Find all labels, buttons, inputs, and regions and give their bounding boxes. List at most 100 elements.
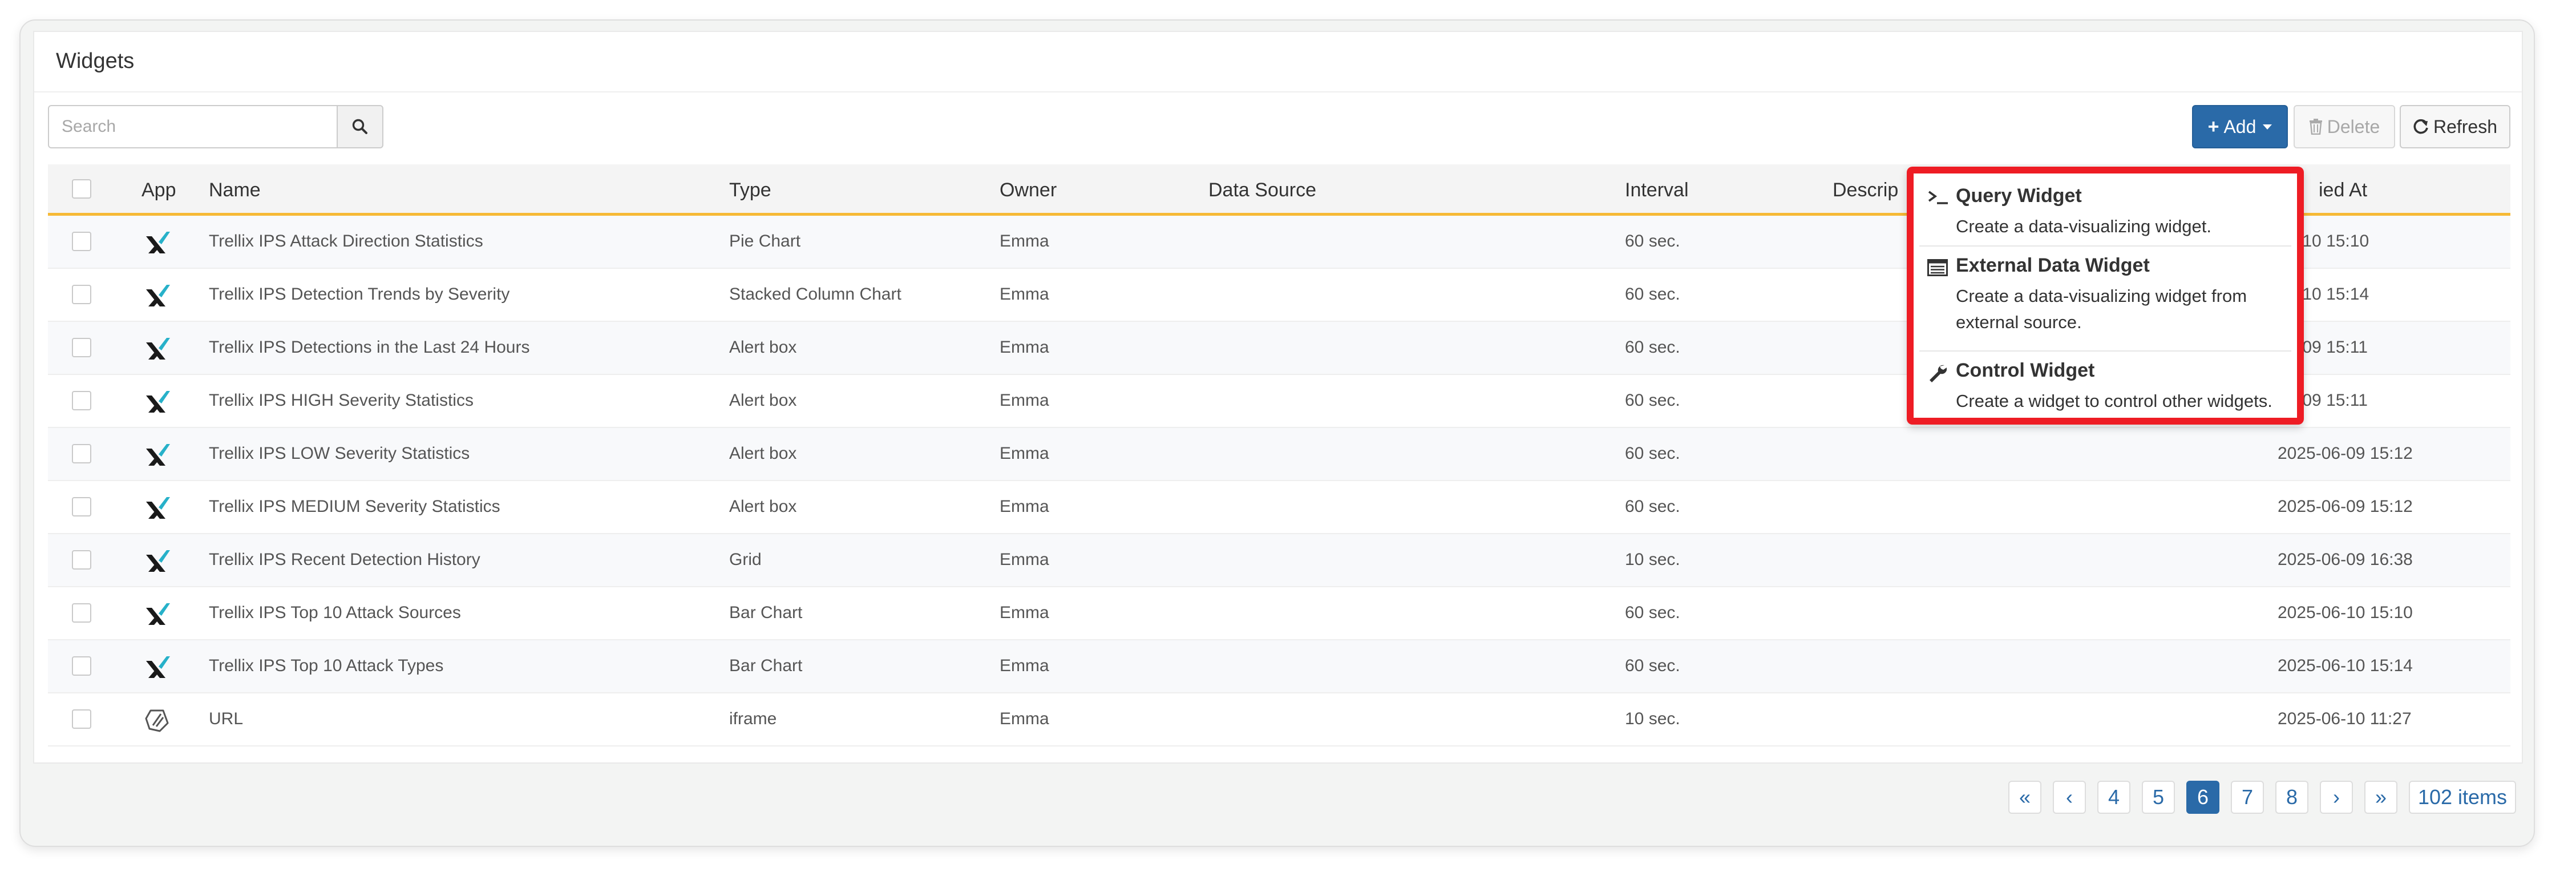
row-checkbox[interactable] [72, 656, 91, 676]
cell-interval: 60 sec. [1625, 391, 1680, 410]
column-header-type[interactable]: Type [729, 179, 771, 201]
app-window: Widgets + Add Delete [19, 19, 2535, 847]
add-dropdown-menu: Query Widget Create a data-visualizing w… [1907, 167, 2304, 425]
page-button[interactable]: 4 [2097, 781, 2130, 814]
menu-item-description: Create a widget to control other widgets… [1956, 391, 2272, 411]
cell-interval: 60 sec. [1625, 232, 1680, 251]
page-button[interactable]: 5 [2142, 781, 2175, 814]
page-button[interactable]: 8 [2275, 781, 2308, 814]
trellix-icon [143, 547, 171, 575]
cell-owner: Emma [1000, 550, 1049, 569]
menu-item-control-widget[interactable]: Control Widget Create a widget to contro… [1914, 352, 2297, 425]
refresh-icon [2413, 119, 2428, 134]
page-button[interactable]: 7 [2231, 781, 2264, 814]
last-page-button[interactable]: » [2364, 781, 2397, 814]
cell-owner: Emma [1000, 656, 1049, 675]
table-row[interactable]: Trellix IPS Top 10 Attack Sources Bar Cha… [48, 587, 2510, 640]
column-header-description[interactable]: Descrip [1833, 179, 1898, 201]
row-checkbox[interactable] [72, 338, 91, 357]
cell-name[interactable]: Trellix IPS LOW Severity Statistics [209, 444, 470, 463]
cell-name[interactable]: Trellix IPS Recent Detection History [209, 550, 480, 570]
trellix-icon [143, 228, 171, 257]
table-row[interactable]: Trellix IPS Recent Detection History Grid… [48, 534, 2510, 587]
row-checkbox[interactable] [72, 285, 91, 304]
refresh-button[interactable]: Refresh [2400, 105, 2510, 148]
cell-name[interactable]: URL [209, 709, 243, 729]
delete-button-label: Delete [2327, 116, 2380, 137]
cell-owner: Emma [1000, 603, 1049, 622]
search-button[interactable] [337, 105, 383, 148]
trash-icon [2309, 119, 2322, 135]
wrench-icon [1930, 365, 1947, 382]
url-icon [143, 706, 171, 734]
cell-type: Alert box [729, 391, 797, 410]
cell-name[interactable]: Trellix IPS Top 10 Attack Types [209, 656, 443, 676]
column-header-app[interactable]: App [141, 179, 176, 201]
next-page-button[interactable]: › [2320, 781, 2353, 814]
search-icon [352, 119, 367, 134]
menu-item-external-data-widget[interactable]: External Data Widget Create a data-visua… [1914, 247, 2297, 348]
column-header-data-source[interactable]: Data Source [1208, 179, 1316, 201]
cell-name[interactable]: Trellix IPS Attack Direction Statistics [209, 232, 483, 251]
cell-type: Alert box [729, 444, 797, 463]
column-header-interval[interactable]: Interval [1625, 179, 1689, 201]
row-checkbox[interactable] [72, 709, 91, 729]
cell-name[interactable]: Trellix IPS MEDIUM Severity Statistics [209, 497, 500, 516]
menu-item-description: Create a data-visualizing widget. [1956, 216, 2212, 236]
trellix-icon [143, 281, 171, 310]
caret-down-icon [2263, 124, 2272, 130]
row-checkbox[interactable] [72, 497, 91, 516]
select-all-checkbox[interactable] [72, 179, 91, 199]
page-title: Widgets [56, 49, 135, 73]
trellix-icon [143, 494, 171, 522]
pagination: « ‹ 4 5 6 7 8 › » 102 items [21, 781, 2534, 821]
table-row[interactable]: Trellix IPS Top 10 Attack Types Bar Chart… [48, 640, 2510, 693]
table-row[interactable]: Trellix IPS MEDIUM Severity Statistics Al… [48, 481, 2510, 534]
menu-item-query-widget[interactable]: Query Widget Create a data-visualizing w… [1914, 173, 2297, 243]
cell-name[interactable]: Trellix IPS Detections in the Last 24 Ho… [209, 338, 529, 357]
row-checkbox[interactable] [72, 603, 91, 623]
menu-item-title: Query Widget [1956, 185, 2082, 207]
plus-icon: + [2207, 115, 2219, 138]
prev-page-button[interactable]: ‹ [2053, 781, 2086, 814]
cell-interval: 60 sec. [1625, 444, 1680, 463]
row-checkbox[interactable] [72, 444, 91, 463]
list-icon [1927, 259, 1948, 276]
cell-name[interactable]: Trellix IPS HIGH Severity Statistics [209, 391, 474, 410]
cell-modified-at: 2025-06-10 15:10 [2278, 603, 2413, 622]
add-button[interactable]: + Add [2192, 105, 2288, 148]
cell-owner: Emma [1000, 497, 1049, 516]
cell-owner: Emma [1000, 391, 1049, 410]
cell-interval: 10 sec. [1625, 709, 1680, 728]
cell-modified-at: 2025-06-10 15:14 [2278, 656, 2413, 675]
cell-type: Pie Chart [729, 232, 801, 251]
delete-button[interactable]: Delete [2294, 105, 2395, 148]
column-header-modified-at[interactable]: ied At [2319, 179, 2367, 201]
row-checkbox[interactable] [72, 550, 91, 570]
cell-type: Alert box [729, 497, 797, 516]
menu-item-title: Control Widget [1956, 360, 2095, 381]
cell-interval: 60 sec. [1625, 285, 1680, 304]
first-page-button[interactable]: « [2008, 781, 2041, 814]
row-checkbox[interactable] [72, 391, 91, 410]
column-header-name[interactable]: Name [209, 179, 261, 201]
search-input[interactable] [48, 105, 338, 148]
cell-owner: Emma [1000, 338, 1049, 357]
menu-item-description: Create a data-visualizing widget from ex… [1956, 286, 2247, 332]
add-button-label: Add [2223, 116, 2256, 137]
column-header-owner[interactable]: Owner [1000, 179, 1057, 201]
table-row[interactable]: Trellix IPS LOW Severity Statistics Alert… [48, 428, 2510, 481]
cell-name[interactable]: Trellix IPS Detection Trends by Severity [209, 285, 509, 304]
cell-owner: Emma [1000, 285, 1049, 304]
trellix-icon [143, 600, 171, 628]
panel-header: Widgets [34, 32, 2522, 92]
table-row[interactable]: URL iframe Emma 10 sec. 2025-06-10 11:27 [48, 693, 2510, 746]
cell-type: Alert box [729, 338, 797, 357]
cell-owner: Emma [1000, 444, 1049, 463]
cell-type: Stacked Column Chart [729, 285, 901, 304]
current-page-button[interactable]: 6 [2186, 781, 2219, 814]
cell-name[interactable]: Trellix IPS Top 10 Attack Sources [209, 603, 461, 623]
row-checkbox[interactable] [72, 232, 91, 251]
cell-modified-at: 2025-06-09 15:12 [2278, 444, 2413, 463]
trellix-icon [143, 388, 171, 416]
